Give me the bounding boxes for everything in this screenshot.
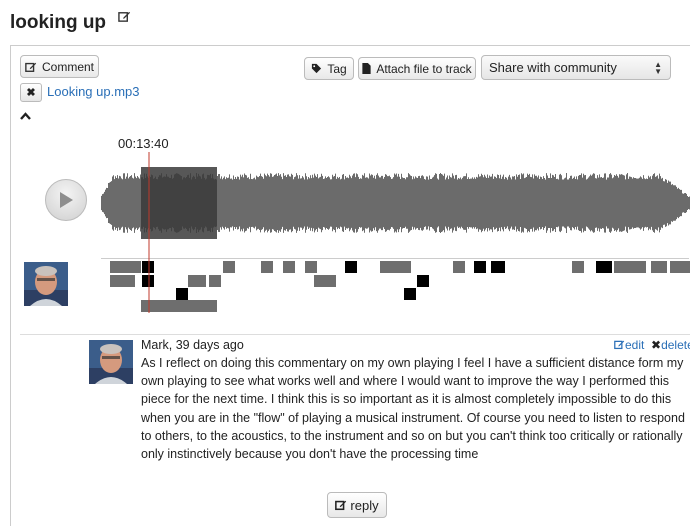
comment-marker[interactable] (110, 261, 141, 273)
comment-edit-link[interactable]: edit (614, 338, 644, 352)
reply-button-label: reply (350, 497, 379, 513)
close-icon: ✖ (26, 87, 36, 99)
comment-marker[interactable] (209, 275, 221, 287)
comment-marker[interactable] (188, 275, 206, 287)
comment-marker[interactable] (474, 261, 486, 273)
comment-marker[interactable] (404, 288, 416, 300)
comment-button[interactable]: Comment (20, 55, 99, 78)
comment-marker[interactable] (261, 261, 273, 273)
attach-file-button-label: Attach file to track (376, 61, 472, 76)
play-button[interactable] (45, 179, 87, 221)
avatar (24, 262, 68, 306)
close-icon: ✖ (651, 338, 662, 352)
comment-marker[interactable] (596, 261, 612, 273)
file-link[interactable]: Looking up.mp3 (47, 84, 140, 99)
comments-divider (20, 334, 690, 335)
tag-button[interactable]: Tag (304, 57, 354, 80)
comment-delete-label: delete (661, 338, 690, 352)
file-icon (362, 63, 371, 74)
comment-body: As I reflect on doing this commentary on… (141, 356, 685, 462)
comment-marker[interactable] (380, 261, 411, 273)
edit-icon[interactable] (118, 10, 131, 23)
comment-marker[interactable] (223, 261, 235, 273)
comment-author: Mark, 39 days ago (141, 338, 244, 352)
play-icon (60, 192, 73, 208)
share-select-value: Share with community (489, 60, 617, 75)
select-arrows-icon: ▲ ▼ (654, 60, 662, 76)
comment-marker[interactable] (572, 261, 584, 273)
remove-file-button[interactable]: ✖ (20, 83, 42, 102)
comment-marker[interactable] (176, 288, 188, 300)
comment-avatar (89, 340, 133, 384)
comment-marker[interactable] (614, 261, 646, 273)
edit-icon (614, 340, 625, 350)
comment-marker[interactable] (305, 261, 317, 273)
comment-marker[interactable] (417, 275, 429, 287)
reply-icon (335, 500, 347, 511)
tag-icon (312, 63, 322, 74)
comment-marker[interactable] (670, 261, 690, 273)
share-select[interactable]: Share with community ▲ ▼ (481, 55, 671, 80)
comment-button-label: Comment (41, 59, 94, 74)
comment-marker[interactable] (283, 261, 295, 273)
attach-file-button[interactable]: Attach file to track (358, 57, 476, 80)
tag-button-label: Tag (327, 61, 347, 76)
comment-marker[interactable] (651, 261, 667, 273)
edit-icon (25, 62, 37, 72)
comment-marker[interactable] (141, 300, 217, 312)
comment-marker[interactable] (142, 261, 154, 273)
reply-button[interactable]: reply (327, 492, 387, 518)
comment-marker[interactable] (491, 261, 505, 273)
page-header: looking up (10, 10, 131, 40)
comment-marker[interactable] (314, 275, 336, 287)
waveform[interactable] (101, 167, 690, 239)
page-title: looking up (10, 12, 107, 33)
chevron-up-icon[interactable] (20, 112, 31, 120)
playhead-time: 00:13:40 (118, 136, 169, 151)
comment-timeline[interactable] (101, 258, 690, 318)
comment-marker[interactable] (453, 261, 465, 273)
comment-delete-link[interactable]: ✖delete (651, 338, 690, 352)
waveform-selection[interactable] (141, 167, 217, 239)
comment-marker[interactable] (110, 275, 135, 287)
comment-marker[interactable] (345, 261, 357, 273)
comment-marker[interactable] (142, 275, 154, 287)
comment-edit-label: edit (625, 338, 645, 352)
